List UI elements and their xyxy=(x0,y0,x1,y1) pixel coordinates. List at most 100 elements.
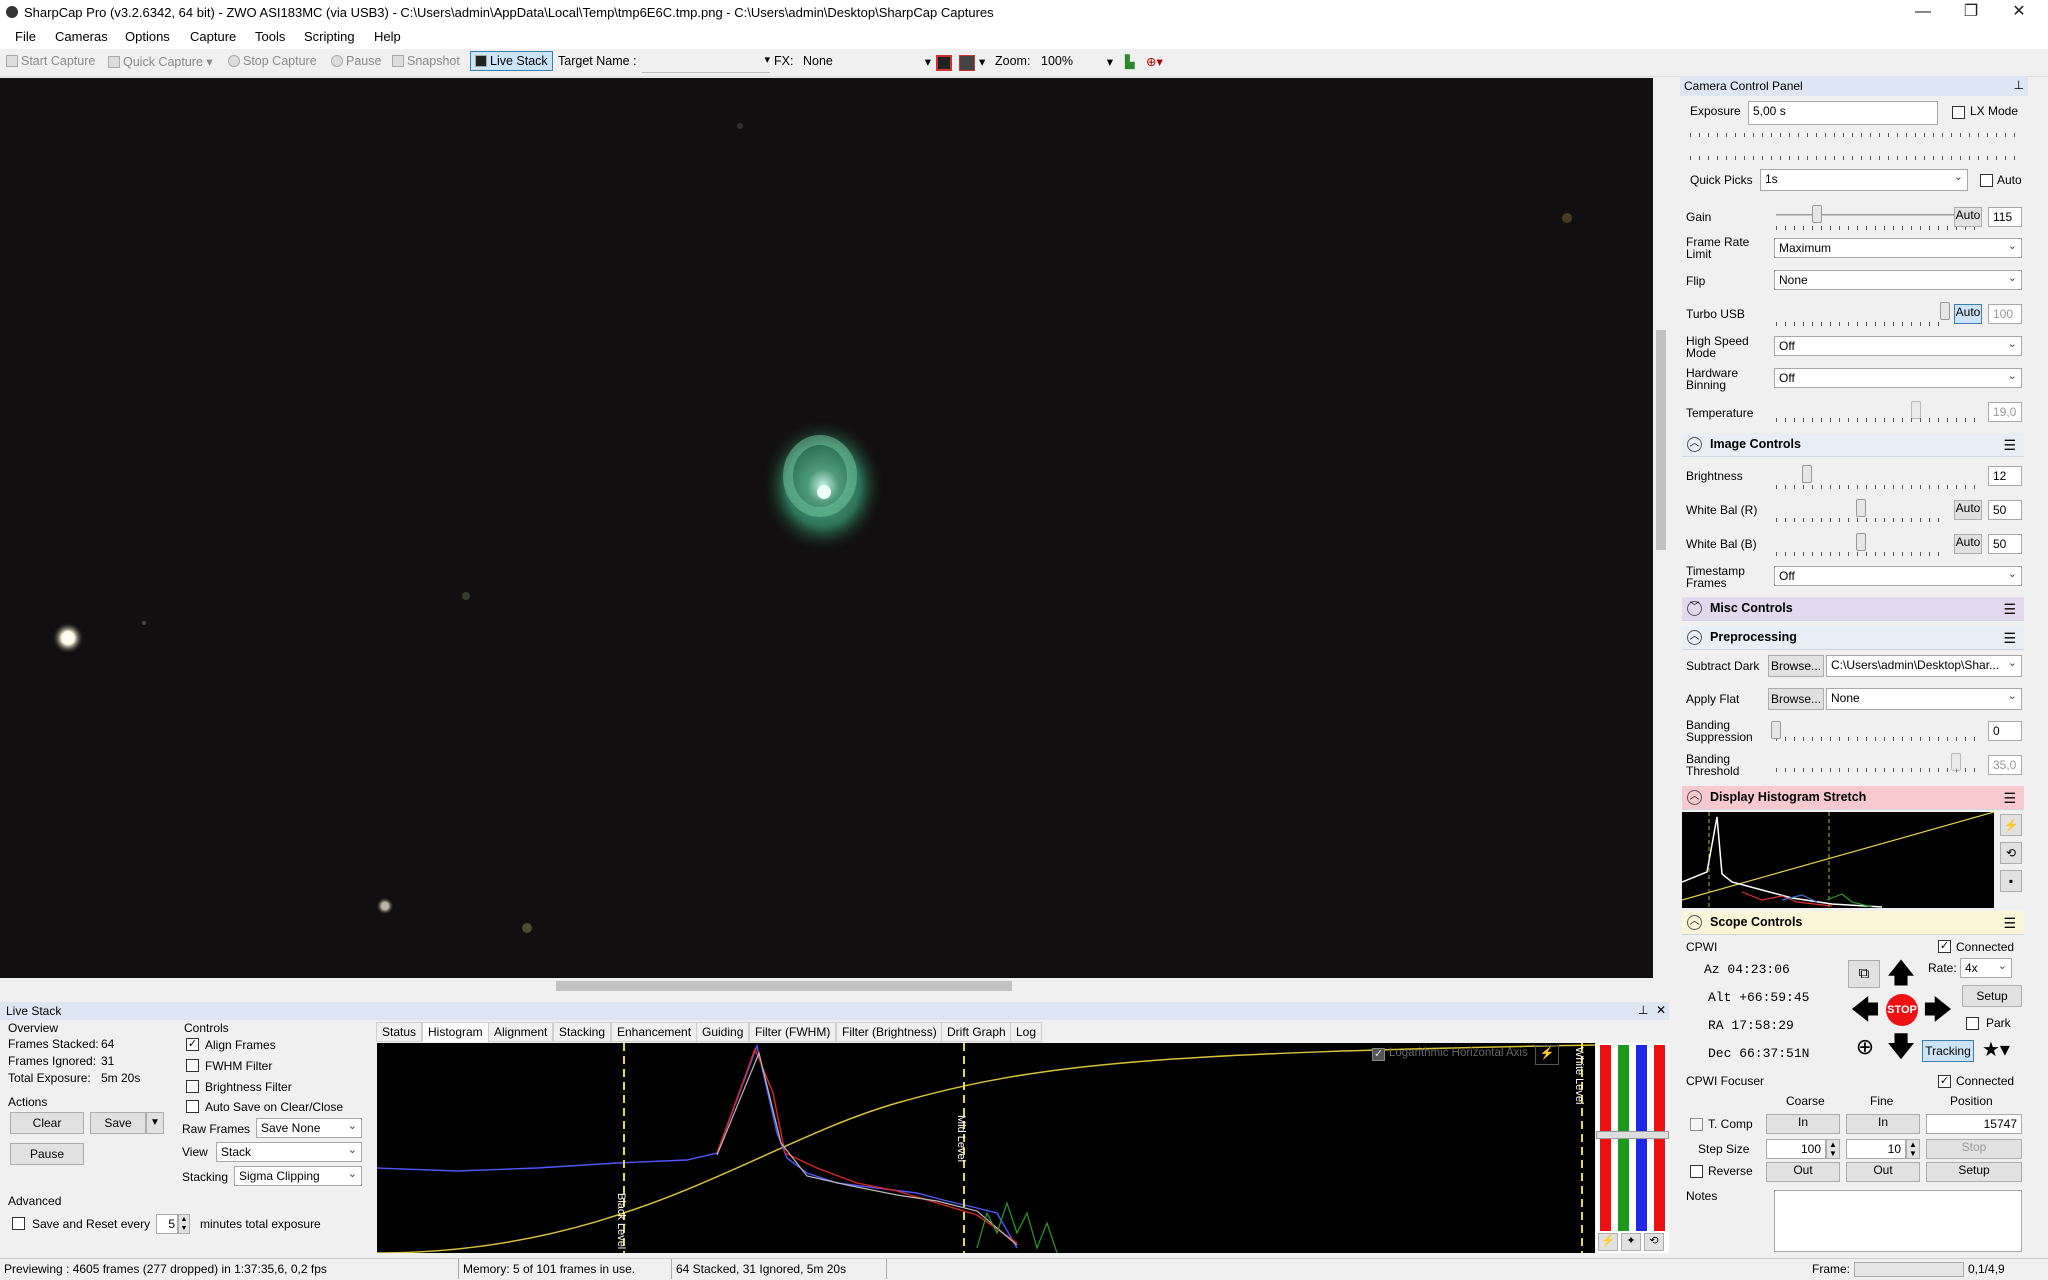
arrow-up-icon[interactable]: 🡅 xyxy=(1884,956,1918,990)
target-icon[interactable]: ⊕ xyxy=(1848,1030,1882,1064)
maximize-button[interactable]: ❐ xyxy=(1948,0,1994,26)
display-stretch-header[interactable]: ︿ Display Histogram Stretch ☰ xyxy=(1682,786,2024,810)
wb-blue-slider-thumb[interactable] xyxy=(1856,533,1866,551)
fit-window-icon[interactable]: ⧉ xyxy=(1848,960,1880,988)
zoom-select[interactable]: 100% ▾ xyxy=(1041,54,1113,69)
menu-cameras[interactable]: Cameras xyxy=(55,29,108,44)
expand-icon[interactable]: ﹀ xyxy=(1687,601,1702,616)
menu-help[interactable]: Help xyxy=(374,29,401,44)
arrow-down-icon[interactable]: 🡇 xyxy=(1884,1030,1918,1064)
collapse-icon[interactable]: ︿ xyxy=(1687,915,1702,930)
wb-red-value-field[interactable]: 50 xyxy=(1988,500,2022,520)
coarse-in-button[interactable]: In xyxy=(1766,1114,1840,1134)
fine-in-button[interactable]: In xyxy=(1846,1114,1920,1134)
gain-slider[interactable] xyxy=(1776,214,1976,216)
reset-stretch-icon[interactable]: ⟲ xyxy=(2000,842,2022,864)
coarse-step-field[interactable]: 100 xyxy=(1766,1139,1826,1159)
fwhm-filter-checkbox[interactable] xyxy=(186,1059,199,1072)
focuser-connected-checkbox[interactable]: ✓ xyxy=(1938,1075,1951,1088)
focuser-stop-button[interactable]: Stop xyxy=(1926,1139,2022,1159)
menu-options[interactable]: Options xyxy=(125,29,170,44)
image-controls-header[interactable]: ︿ Image Controls ☰ xyxy=(1682,433,2024,457)
arrow-left-icon[interactable]: 🡄 xyxy=(1848,993,1882,1027)
reset-level-icon[interactable]: ⟲ xyxy=(1644,1233,1664,1251)
auto-level-icon[interactable]: ⚡ xyxy=(1598,1233,1618,1251)
overlay-dropdown-icon[interactable]: ▾ xyxy=(979,54,985,69)
hardware-binning-select[interactable]: Off xyxy=(1774,368,2022,388)
menu-file[interactable]: File xyxy=(15,29,36,44)
target-name-dropdown[interactable]: ▾ xyxy=(642,53,770,73)
stop-capture-button[interactable]: Stop Capture xyxy=(228,54,317,68)
level-sliders[interactable]: ⚡ ✦ ⟲ xyxy=(1596,1043,1669,1253)
brightness-filter-checkbox[interactable] xyxy=(186,1080,199,1093)
tab-stacking[interactable]: Stacking xyxy=(553,1022,612,1042)
raw-frames-select[interactable]: Save None xyxy=(256,1118,362,1138)
gain-slider-thumb[interactable] xyxy=(1812,205,1822,223)
hamburger-menu-icon[interactable]: ☰ xyxy=(2003,630,2016,647)
brightness-value-field[interactable]: 12 xyxy=(1988,466,2022,486)
rate-select[interactable]: 4x xyxy=(1960,958,2012,978)
reticle-icon[interactable] xyxy=(936,55,952,71)
tracking-button[interactable]: Tracking xyxy=(1922,1040,1974,1062)
save-dropdown-icon[interactable]: ▼ xyxy=(146,1112,164,1134)
flip-select[interactable]: None xyxy=(1774,270,2022,290)
fine-step-spinner[interactable]: ▲ ▼ xyxy=(1906,1139,1920,1159)
coarse-out-button[interactable]: Out xyxy=(1766,1162,1840,1182)
hamburger-menu-icon[interactable]: ☰ xyxy=(2003,601,2016,618)
wb-red-slider-thumb[interactable] xyxy=(1856,499,1866,517)
collapse-icon[interactable]: ︿ xyxy=(1687,630,1702,645)
subtract-dark-select[interactable]: C:\Users\admin\Desktop\Shar... xyxy=(1826,655,2022,677)
tab-filter-brightness[interactable]: Filter (Brightness) xyxy=(836,1022,943,1042)
exposure-slider-ticks-2[interactable] xyxy=(1690,156,2020,160)
tcomp-checkbox[interactable] xyxy=(1690,1118,1703,1131)
pause-button[interactable]: Pause xyxy=(331,54,381,68)
pause-stack-button[interactable]: Pause xyxy=(10,1143,84,1165)
zoom-tool-icon[interactable]: ⊕▾ xyxy=(1146,54,1163,69)
log-axis-checkbox[interactable]: ✓ xyxy=(1372,1048,1385,1061)
star-level-icon[interactable]: ✦ xyxy=(1621,1233,1641,1251)
menu-capture[interactable]: Capture xyxy=(190,29,236,44)
tab-drift-graph[interactable]: Drift Graph xyxy=(941,1022,1012,1042)
hamburger-menu-icon[interactable]: ☰ xyxy=(2003,437,2016,454)
view-select[interactable]: Stack xyxy=(216,1142,362,1162)
apply-flat-select[interactable]: None xyxy=(1826,688,2022,710)
gain-auto-button[interactable]: Auto xyxy=(1954,207,1982,227)
exposure-field[interactable]: 5,00 s xyxy=(1748,101,1938,125)
lx-mode-checkbox[interactable] xyxy=(1952,106,1965,119)
quick-picks-auto-checkbox[interactable] xyxy=(1980,174,1993,187)
pin-icon[interactable]: ⊥ xyxy=(1638,1003,1648,1017)
fx-select[interactable]: None ▾ xyxy=(803,54,931,69)
park-checkbox[interactable] xyxy=(1966,1017,1979,1030)
wb-blue-value-field[interactable]: 50 xyxy=(1988,534,2022,554)
start-capture-button[interactable]: Start Capture xyxy=(6,54,95,68)
close-button[interactable]: ✕ xyxy=(1996,0,2042,26)
tab-filter-fwhm[interactable]: Filter (FWHM) xyxy=(749,1022,837,1042)
apply-flat-browse-button[interactable]: Browse... xyxy=(1768,688,1824,710)
save-reset-checkbox[interactable] xyxy=(12,1217,25,1230)
timestamp-frames-select[interactable]: Off xyxy=(1774,566,2022,586)
tab-enhancement[interactable]: Enhancement xyxy=(611,1022,698,1042)
clear-button[interactable]: Clear xyxy=(10,1112,84,1134)
quick-picks-select[interactable]: 1s xyxy=(1760,169,1968,191)
quick-capture-button[interactable]: Quick Capture ▾ xyxy=(108,54,213,69)
brightness-slider-thumb[interactable] xyxy=(1802,465,1812,483)
auto-save-checkbox[interactable] xyxy=(186,1100,199,1113)
wb-blue-auto-button[interactable]: Auto xyxy=(1954,534,1982,554)
stacking-select[interactable]: Sigma Clipping xyxy=(234,1166,362,1186)
live-stack-button[interactable]: Live Stack xyxy=(470,51,553,71)
menu-scripting[interactable]: Scripting xyxy=(304,29,355,44)
banding-suppression-value[interactable]: 0 xyxy=(1988,721,2022,741)
camera-image-viewer[interactable] xyxy=(0,78,1653,978)
snapshot-button[interactable]: Snapshot xyxy=(392,54,460,68)
exposure-slider-ticks[interactable] xyxy=(1690,133,2020,137)
save-reset-minutes-field[interactable]: 5 xyxy=(156,1214,178,1234)
scope-controls-header[interactable]: ︿ Scope Controls ☰ xyxy=(1682,911,2024,935)
save-button[interactable]: Save xyxy=(90,1112,146,1134)
viewer-horizontal-scroll-thumb[interactable] xyxy=(556,981,1012,991)
turbo-usb-value-field[interactable]: 100 xyxy=(1988,304,2022,324)
wb-red-auto-button[interactable]: Auto xyxy=(1954,500,1982,520)
star-icon[interactable]: ★▾ xyxy=(1982,1038,2022,1062)
auto-stretch-icon[interactable]: ⚡ xyxy=(2000,814,2022,836)
fine-out-button[interactable]: Out xyxy=(1846,1162,1920,1182)
hamburger-menu-icon[interactable]: ☰ xyxy=(2003,915,2016,932)
